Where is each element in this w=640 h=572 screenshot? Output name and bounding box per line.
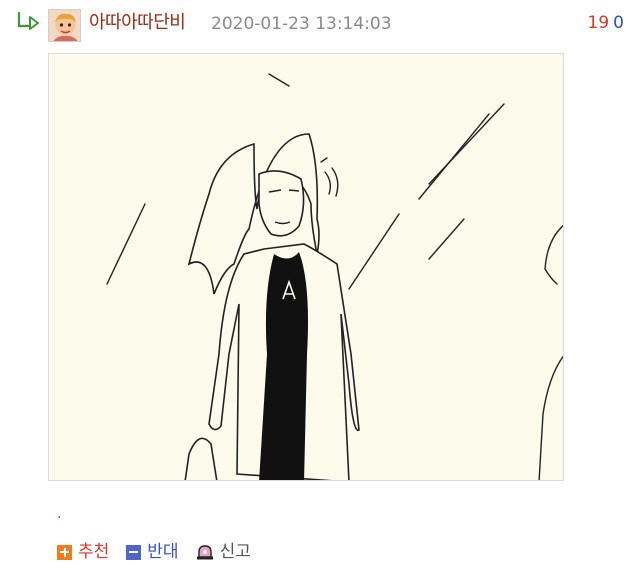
comment-body: . [57,506,62,522]
comment-actions: 추천 반대 신고 [57,540,268,564]
upvote-count: 19 [587,13,610,33]
oppose-label: 반대 [147,542,179,562]
recommend-button[interactable]: 추천 [57,541,109,563]
minus-icon [126,544,142,560]
attached-image[interactable] [48,53,564,481]
plus-icon [57,544,72,560]
recommend-label: 추천 [78,542,110,562]
oppose-button[interactable]: 반대 [126,541,179,563]
avatar[interactable] [48,9,81,42]
avatar-image [49,10,80,41]
reply-arrow-icon [17,11,39,30]
comment-timestamp: 2020-01-23 13:14:03 [211,14,392,34]
siren-icon [196,545,213,560]
vote-counts: 19 0 [588,11,624,35]
downvote-count: 0 [613,13,624,33]
report-label: 신고 [219,542,251,562]
report-button[interactable]: 신고 [196,541,251,563]
comic-illustration [49,54,563,480]
author-name[interactable]: 아따아따단비 [89,10,186,36]
